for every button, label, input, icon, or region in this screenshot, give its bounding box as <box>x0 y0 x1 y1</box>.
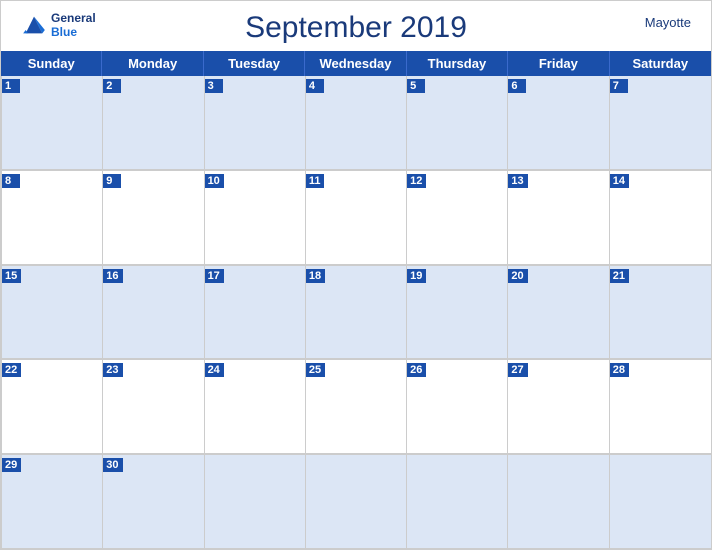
calendar-cell-4-3 <box>306 455 407 549</box>
logo-blue: Blue <box>51 25 96 39</box>
calendar-cell-3-0: 22 <box>2 360 103 454</box>
calendar-cell-2-0: 15 <box>2 266 103 360</box>
logo: General Blue <box>21 11 96 40</box>
calendar-cell-2-1: 16 <box>103 266 204 360</box>
calendar-cell-2-2: 17 <box>205 266 306 360</box>
cell-date-7: 7 <box>610 79 628 93</box>
calendar-cell-2-5: 20 <box>508 266 609 360</box>
calendar-body: 1234567891011121314151617181920212223242… <box>1 76 711 549</box>
calendar-cell-1-5: 13 <box>508 171 609 265</box>
calendar-cell-4-2 <box>205 455 306 549</box>
week-row-1: 1 2 3 4 5 6 7 <box>2 76 711 171</box>
day-header-thursday: Thursday <box>407 51 508 76</box>
cell-date-30: 30 <box>103 458 122 472</box>
calendar-cell-4-6 <box>610 455 711 549</box>
calendar-cell-2-3: 18 <box>306 266 407 360</box>
month-title: September 2019 <box>245 11 467 45</box>
cell-date-29: 29 <box>2 458 21 472</box>
cell-date-6: 6 <box>508 79 526 93</box>
calendar-cell-3-1: 23 <box>103 360 204 454</box>
calendar-cell-1-6: 14 <box>610 171 711 265</box>
day-header-tuesday: Tuesday <box>204 51 305 76</box>
cell-date-3: 3 <box>205 79 223 93</box>
cell-date-9: 9 <box>103 174 121 188</box>
day-header-saturday: Saturday <box>610 51 711 76</box>
calendar-cell-2-4: 19 <box>407 266 508 360</box>
week-row-2: 8 9 10 11 12 13 14 <box>2 171 711 266</box>
calendar-cell-1-0: 8 <box>2 171 103 265</box>
cell-date-28: 28 <box>610 363 629 377</box>
calendar-cell-3-2: 24 <box>205 360 306 454</box>
cell-date-18: 18 <box>306 269 325 283</box>
calendar-cell-3-4: 26 <box>407 360 508 454</box>
logo-icon <box>21 15 47 35</box>
cell-date-4: 4 <box>306 79 324 93</box>
cell-date-24: 24 <box>205 363 224 377</box>
calendar-cell-1-3: 11 <box>306 171 407 265</box>
calendar-cell-0-1: 2 <box>103 76 204 170</box>
cell-date-8: 8 <box>2 174 20 188</box>
calendar-cell-0-3: 4 <box>306 76 407 170</box>
day-header-sunday: Sunday <box>1 51 102 76</box>
logo-general: General <box>51 11 96 25</box>
calendar-cell-3-6: 28 <box>610 360 711 454</box>
calendar-cell-0-5: 6 <box>508 76 609 170</box>
cell-date-5: 5 <box>407 79 425 93</box>
cell-date-19: 19 <box>407 269 426 283</box>
cell-date-25: 25 <box>306 363 325 377</box>
calendar-cell-0-2: 3 <box>205 76 306 170</box>
day-header-wednesday: Wednesday <box>305 51 406 76</box>
cell-date-14: 14 <box>610 174 629 188</box>
calendar-cell-4-4 <box>407 455 508 549</box>
calendar-cell-3-3: 25 <box>306 360 407 454</box>
calendar-cell-1-2: 10 <box>205 171 306 265</box>
week-row-5: 29 30 <box>2 455 711 549</box>
cell-date-10: 10 <box>205 174 224 188</box>
day-header-monday: Monday <box>102 51 203 76</box>
week-row-4: 22 23 24 25 26 27 28 <box>2 360 711 455</box>
week-row-3: 15 16 17 18 19 20 21 <box>2 266 711 361</box>
cell-date-13: 13 <box>508 174 527 188</box>
cell-date-12: 12 <box>407 174 426 188</box>
day-header-friday: Friday <box>508 51 609 76</box>
cell-date-11: 11 <box>306 174 325 188</box>
calendar-cell-4-5 <box>508 455 609 549</box>
calendar-cell-1-1: 9 <box>103 171 204 265</box>
calendar: General Blue September 2019 Mayotte Sund… <box>0 0 712 550</box>
calendar-header: General Blue September 2019 Mayotte <box>1 1 711 51</box>
cell-date-16: 16 <box>103 269 122 283</box>
cell-date-21: 21 <box>610 269 629 283</box>
calendar-cell-0-6: 7 <box>610 76 711 170</box>
calendar-cell-3-5: 27 <box>508 360 609 454</box>
cell-date-22: 22 <box>2 363 21 377</box>
cell-date-27: 27 <box>508 363 527 377</box>
calendar-cell-0-4: 5 <box>407 76 508 170</box>
calendar-cell-0-0: 1 <box>2 76 103 170</box>
calendar-cell-4-0: 29 <box>2 455 103 549</box>
calendar-cell-2-6: 21 <box>610 266 711 360</box>
region-label: Mayotte <box>645 15 691 30</box>
day-headers-row: Sunday Monday Tuesday Wednesday Thursday… <box>1 51 711 76</box>
calendar-cell-4-1: 30 <box>103 455 204 549</box>
cell-date-23: 23 <box>103 363 122 377</box>
cell-date-1: 1 <box>2 79 20 93</box>
cell-date-26: 26 <box>407 363 426 377</box>
cell-date-17: 17 <box>205 269 224 283</box>
cell-date-2: 2 <box>103 79 121 93</box>
cell-date-15: 15 <box>2 269 21 283</box>
cell-date-20: 20 <box>508 269 527 283</box>
calendar-cell-1-4: 12 <box>407 171 508 265</box>
